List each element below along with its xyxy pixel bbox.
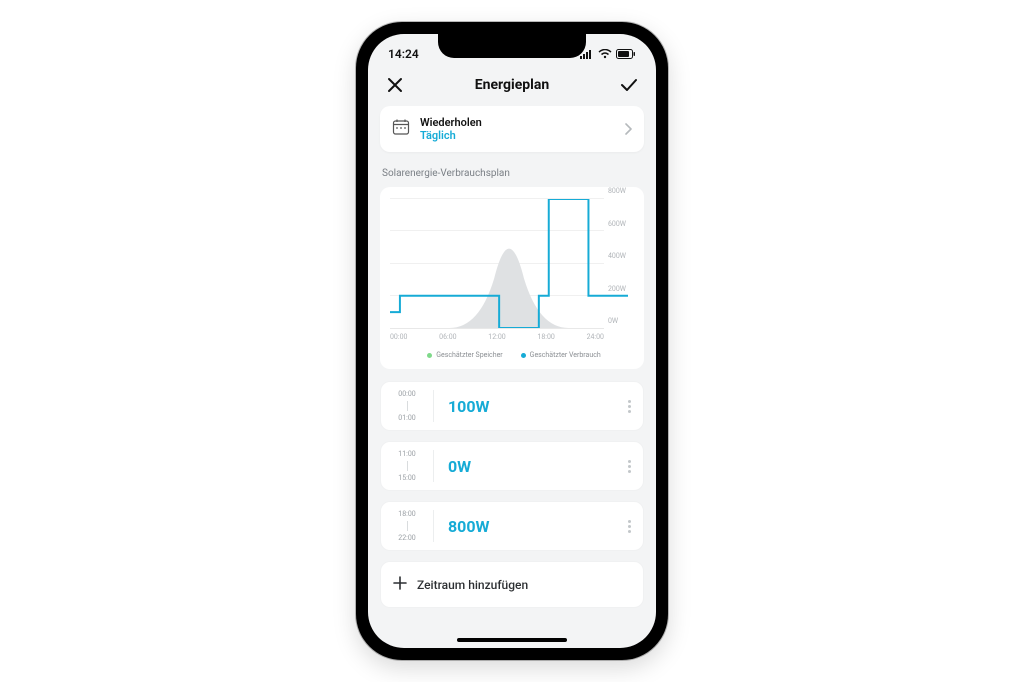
y-tick: 600W <box>608 220 626 228</box>
consumption-line <box>390 199 628 328</box>
status-time: 14:24 <box>388 47 419 61</box>
time-slot[interactable]: 18:00 22:00 800W <box>380 501 644 551</box>
repeat-label: Wiederholen <box>420 116 614 129</box>
slot-power: 100W <box>446 397 616 416</box>
x-tick: 18:00 <box>537 333 554 341</box>
calendar-icon <box>392 118 410 140</box>
x-tick: 06:00 <box>439 333 456 341</box>
confirm-button[interactable] <box>618 74 640 96</box>
y-tick: 400W <box>608 252 626 260</box>
close-icon <box>387 77 403 93</box>
slot-more-button[interactable] <box>628 520 631 533</box>
close-button[interactable] <box>384 74 406 96</box>
slot-power: 0W <box>446 457 616 476</box>
header: Energieplan <box>368 68 656 106</box>
wifi-icon <box>598 49 612 59</box>
y-tick: 200W <box>608 285 626 293</box>
plus-icon <box>393 576 407 593</box>
status-right <box>580 49 636 59</box>
check-icon <box>620 78 638 92</box>
slot-times: 00:00 01:00 <box>393 390 421 422</box>
x-tick: 24:00 <box>587 333 604 341</box>
x-tick: 12:00 <box>488 333 505 341</box>
slot-end: 01:00 <box>398 414 415 422</box>
section-title: Solarenergie-Verbrauchsplan <box>382 168 642 179</box>
slot-start: 18:00 <box>398 510 415 518</box>
legend-storage-label: Geschätzter Speicher <box>436 351 502 359</box>
slot-times: 18:00 22:00 <box>393 510 421 542</box>
chart-plot <box>390 199 604 329</box>
legend-consumption: Geschätzter Verbrauch <box>521 351 601 359</box>
legend-storage: Geschätzter Speicher <box>427 351 502 359</box>
chart-area: 0W 200W 400W 600W 800W <box>390 199 638 329</box>
chevron-right-icon <box>624 120 632 139</box>
slot-start: 11:00 <box>398 450 415 458</box>
slot-times: 11:00 15:00 <box>393 450 421 482</box>
slot-more-button[interactable] <box>628 460 631 473</box>
screen: 14:24 Energieplan <box>368 34 656 648</box>
legend-dot-icon <box>427 353 432 358</box>
y-tick: 0W <box>608 317 618 325</box>
time-slots: 00:00 01:00 100W 11:00 15:00 0W <box>380 381 644 608</box>
y-axis: 0W 200W 400W 600W 800W <box>604 199 638 329</box>
x-tick: 00:00 <box>390 333 407 341</box>
legend-consumption-label: Geschätzter Verbrauch <box>530 351 601 359</box>
repeat-card[interactable]: Wiederholen Täglich <box>380 106 644 152</box>
phone-frame: 14:24 Energieplan <box>356 22 668 660</box>
battery-icon <box>616 49 636 59</box>
add-timeslot-button[interactable]: Zeitraum hinzufügen <box>380 561 644 608</box>
content: Wiederholen Täglich Solarenergie-Verbrau… <box>368 106 656 648</box>
home-indicator[interactable] <box>457 638 567 642</box>
y-tick: 800W <box>608 187 626 195</box>
chart-legend: Geschätzter Speicher Geschätzter Verbrau… <box>390 351 638 359</box>
slot-power: 800W <box>446 517 616 536</box>
slot-start: 00:00 <box>398 390 415 398</box>
time-slot[interactable]: 11:00 15:00 0W <box>380 441 644 491</box>
x-axis: 00:00 06:00 12:00 18:00 24:00 <box>390 329 638 341</box>
page-title: Energieplan <box>475 77 549 93</box>
legend-dot-icon <box>521 353 526 358</box>
repeat-value: Täglich <box>420 129 614 142</box>
chart-card: 0W 200W 400W 600W 800W 00:00 06:00 12:00… <box>380 187 644 369</box>
notch <box>438 34 586 58</box>
slot-end: 15:00 <box>398 474 415 482</box>
time-slot[interactable]: 00:00 01:00 100W <box>380 381 644 431</box>
slot-end: 22:00 <box>398 534 415 542</box>
slot-more-button[interactable] <box>628 400 631 413</box>
add-timeslot-label: Zeitraum hinzufügen <box>417 578 528 592</box>
